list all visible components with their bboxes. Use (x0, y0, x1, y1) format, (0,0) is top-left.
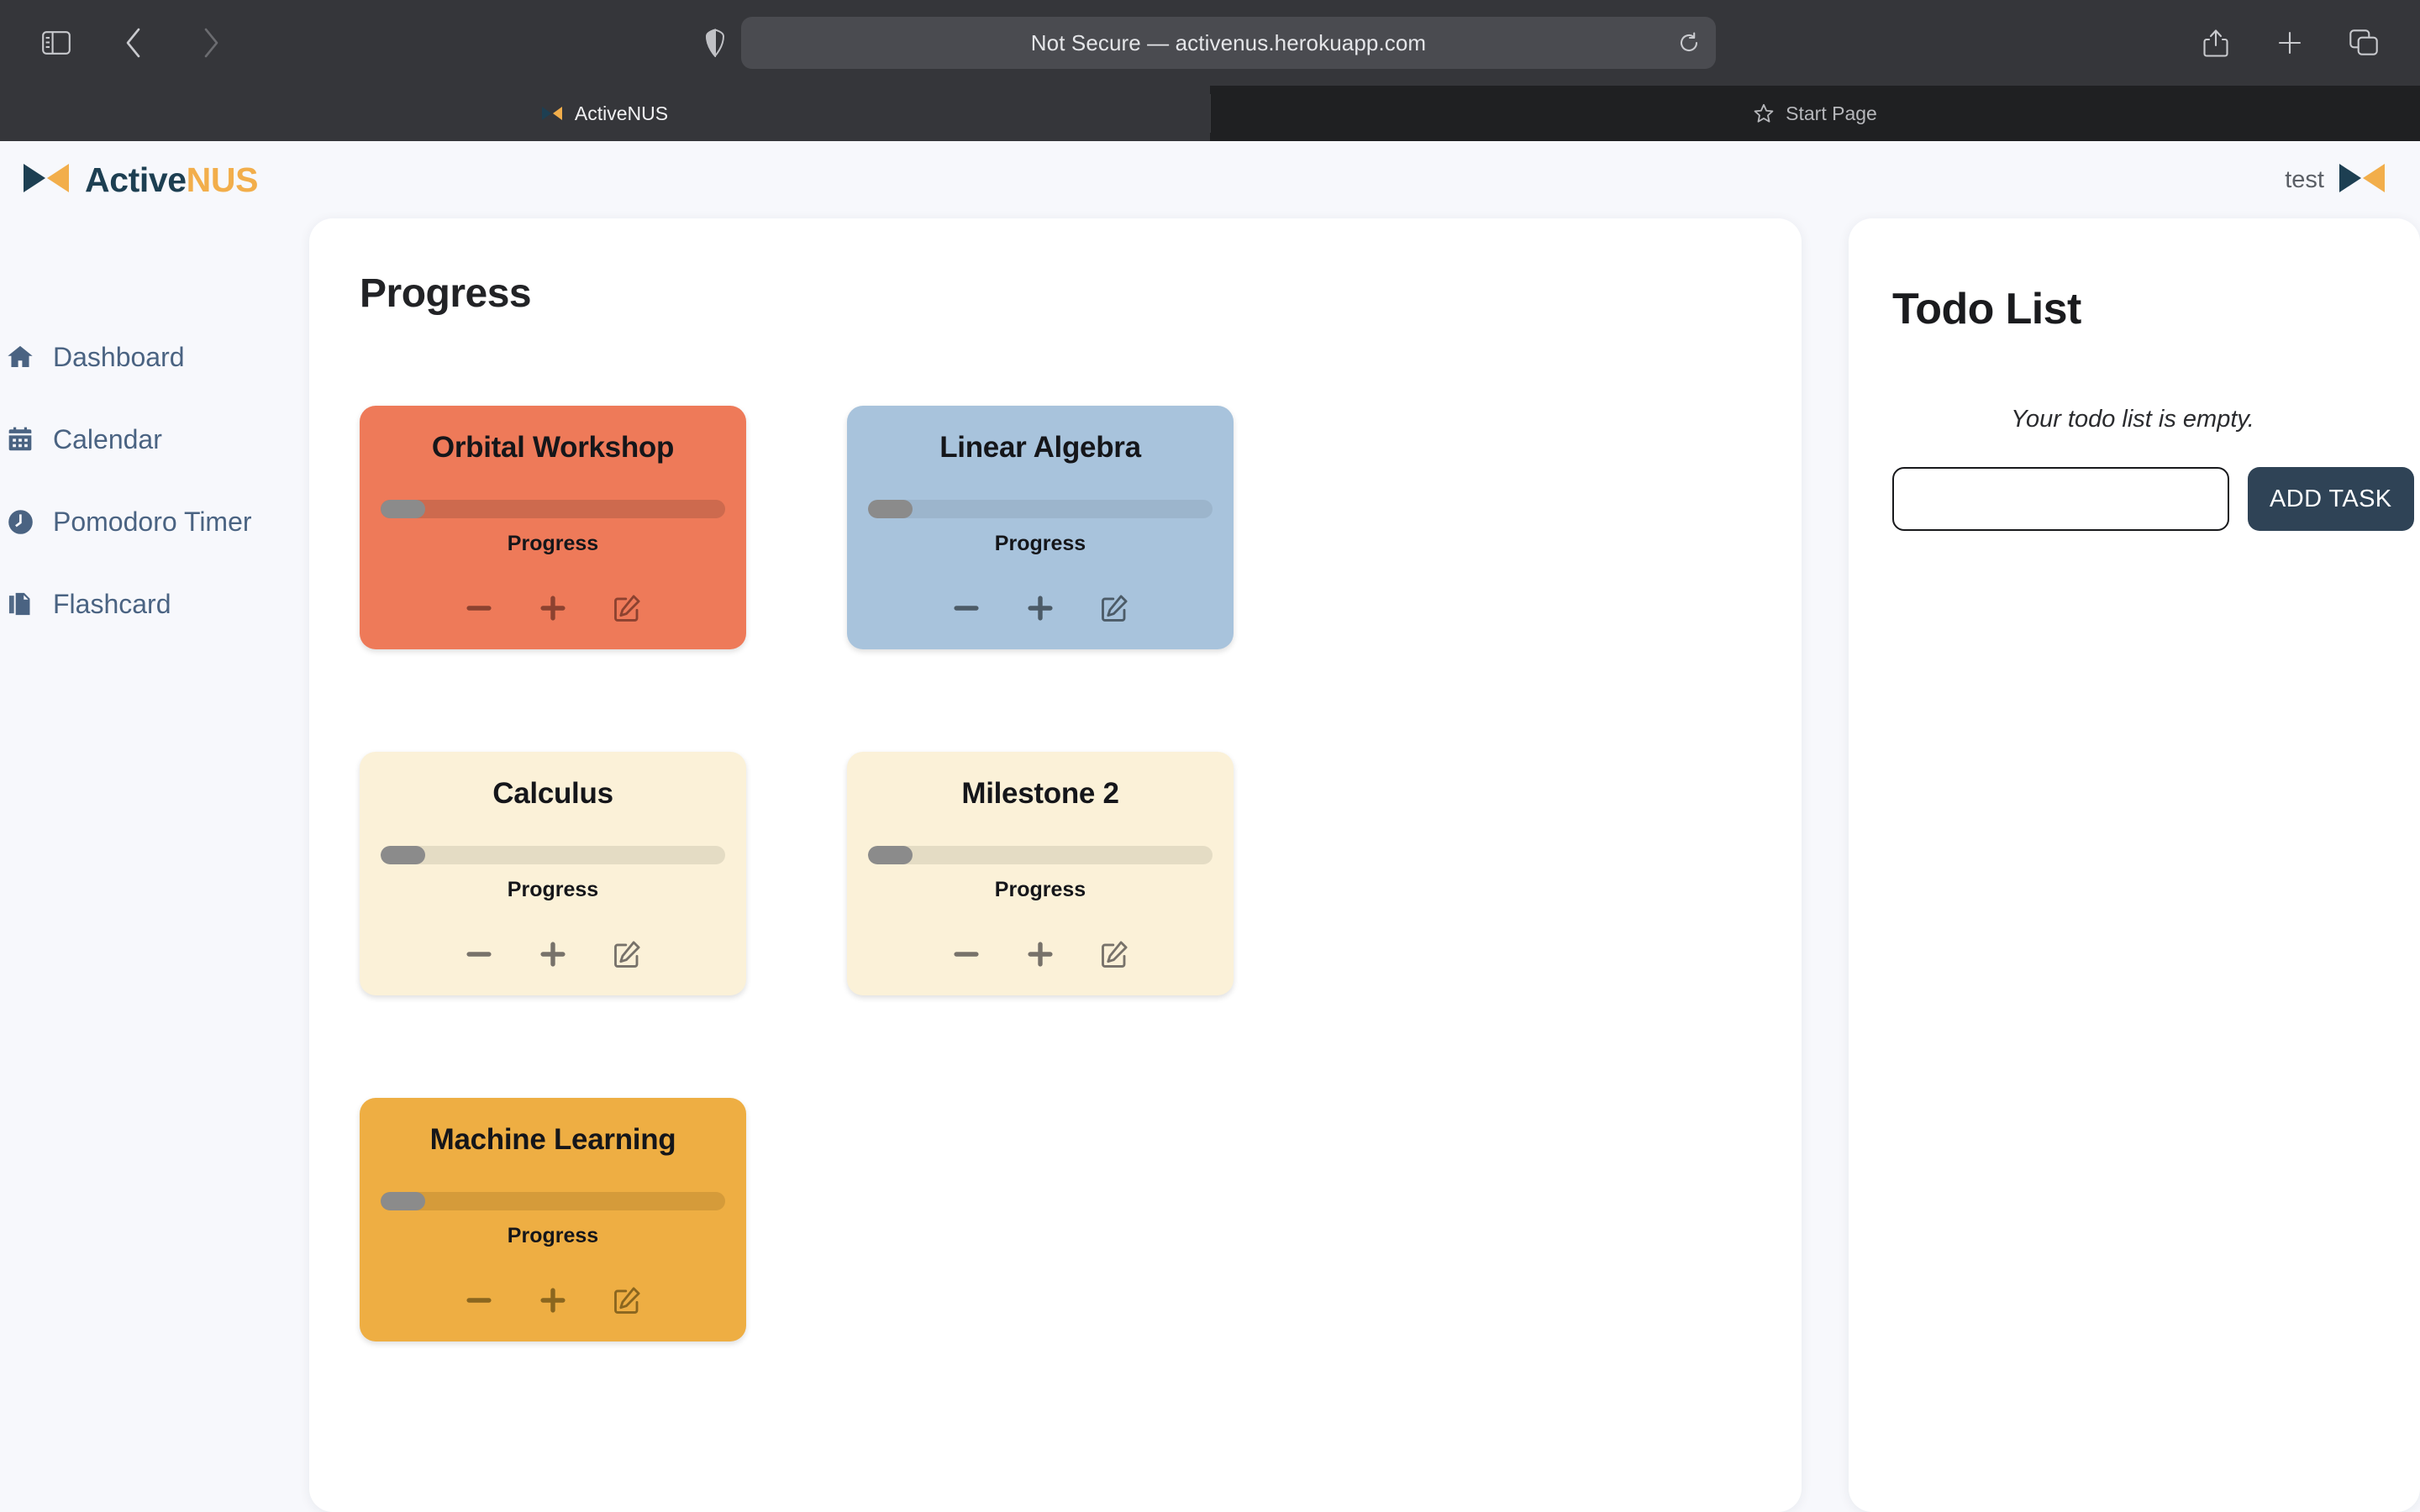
user-bowtie-icon (2338, 162, 2386, 198)
decrement-progress-button[interactable] (947, 935, 986, 974)
sidebar-item-label: Calendar (53, 423, 162, 454)
progress-bar (381, 500, 725, 518)
browser-tab-bar: ActiveNUS Start Page (0, 86, 2420, 141)
todo-empty-message: Your todo list is empty. (2011, 406, 2254, 433)
edit-progress-button[interactable] (608, 935, 646, 974)
toolbar-left-controls (34, 20, 234, 66)
progress-card: Orbital Workshop Progress (360, 406, 746, 649)
increment-progress-button[interactable] (534, 935, 572, 974)
edit-progress-button[interactable] (608, 589, 646, 627)
forward-icon[interactable] (188, 20, 234, 66)
add-task-button[interactable]: ADD TASK (2248, 467, 2414, 531)
home-icon (5, 344, 35, 370)
progress-card: Machine Learning Progress (360, 1098, 746, 1341)
progress-bar (868, 500, 1213, 518)
edit-progress-button[interactable] (1095, 589, 1134, 627)
progress-bar (868, 846, 1213, 864)
todo-add-row: ADD TASK (1892, 467, 2414, 531)
progress-card-subtitle: Progress (507, 532, 599, 555)
browser-toolbar: Not Secure — activenus.herokuapp.com (0, 0, 2420, 86)
todo-list-title: Todo List (1892, 285, 2081, 333)
progress-card-subtitle: Progress (507, 1224, 599, 1247)
progress-card-title: Orbital Workshop (431, 431, 675, 464)
clock-icon (5, 508, 35, 536)
toolbar-right-controls (2193, 20, 2386, 66)
activenus-bowtie-icon (22, 162, 71, 198)
progress-card-actions (947, 935, 1134, 974)
decrement-progress-button[interactable] (460, 1281, 498, 1320)
page-title: Progress (360, 271, 532, 316)
progress-bar-fill (868, 500, 913, 518)
decrement-progress-button[interactable] (460, 589, 498, 627)
progress-card-subtitle: Progress (994, 878, 1086, 901)
increment-progress-button[interactable] (534, 1281, 572, 1320)
reload-icon[interactable] (1677, 31, 1701, 55)
progress-card-title: Linear Algebra (939, 431, 1141, 464)
browser-tab-label: Start Page (1786, 102, 1877, 124)
progress-card-title: Calculus (492, 777, 613, 810)
progress-bar (381, 1192, 725, 1210)
todo-task-input[interactable] (1892, 467, 2229, 531)
browser-tab-activenus[interactable]: ActiveNUS (0, 86, 1210, 141)
progress-card: Calculus Progress (360, 752, 746, 995)
decrement-progress-button[interactable] (947, 589, 986, 627)
progress-bar-fill (381, 846, 426, 864)
sidebar-nav: Dashboard Calendar Pomodoro Timer Flashc… (0, 218, 309, 1512)
sidebar-item-label: Pomodoro Timer (53, 506, 252, 537)
sidebar-item-dashboard[interactable]: Dashboard (0, 316, 309, 398)
progress-card-actions (460, 589, 646, 627)
flashcard-icon (5, 591, 35, 617)
share-icon[interactable] (2193, 20, 2238, 66)
progress-bar-fill (381, 1192, 426, 1210)
progress-bar-fill (868, 846, 913, 864)
activenus-favicon-icon (541, 106, 564, 121)
increment-progress-button[interactable] (534, 589, 572, 627)
browser-tab-start-page[interactable]: Start Page (1210, 86, 2420, 141)
tab-overview-icon[interactable] (2341, 20, 2386, 66)
progress-card-actions (460, 935, 646, 974)
increment-progress-button[interactable] (1021, 589, 1060, 627)
edit-progress-button[interactable] (1095, 935, 1134, 974)
progress-card-title: Milestone 2 (961, 777, 1119, 810)
progress-bar (381, 846, 725, 864)
new-tab-icon[interactable] (2267, 20, 2312, 66)
progress-card-subtitle: Progress (507, 878, 599, 901)
progress-card-subtitle: Progress (994, 532, 1086, 555)
calendar-icon (5, 426, 35, 453)
progress-card-actions (947, 589, 1134, 627)
sidebar-item-flashcard[interactable]: Flashcard (0, 563, 309, 645)
brand-accent: NUS (186, 160, 259, 199)
sidebar-item-calendar[interactable]: Calendar (0, 398, 309, 480)
progress-bar-fill (381, 500, 426, 518)
progress-card-title: Machine Learning (429, 1123, 676, 1156)
progress-card: Linear Algebra Progress (847, 406, 1234, 649)
app-title: ActiveNUS (85, 160, 258, 200)
app-header: ActiveNUS test (0, 141, 2420, 218)
address-bar-group: Not Secure — activenus.herokuapp.com (704, 17, 1716, 69)
todo-panel: Todo List Your todo list is empty. ADD T… (1849, 218, 2420, 1512)
decrement-progress-button[interactable] (460, 935, 498, 974)
user-name-label: test (2285, 165, 2324, 193)
app-logo[interactable]: ActiveNUS (22, 160, 258, 200)
progress-card-actions (460, 1281, 646, 1320)
increment-progress-button[interactable] (1021, 935, 1060, 974)
user-menu[interactable]: test (2285, 162, 2386, 198)
main-content: Progress Orbital Workshop Progress Linear … (309, 218, 2420, 1512)
browser-tab-label: ActiveNUS (574, 102, 669, 124)
brand-primary: Active (85, 160, 187, 199)
progress-card: Milestone 2 Progress (847, 752, 1234, 995)
url-text: Not Secure — activenus.herokuapp.com (1030, 29, 1427, 55)
sidebar-item-pomodoro-timer[interactable]: Pomodoro Timer (0, 480, 309, 563)
progress-panel: Progress Orbital Workshop Progress Linear … (309, 218, 1802, 1512)
sidebar-toggle-icon[interactable] (34, 20, 79, 66)
progress-cards-grid: Orbital Workshop Progress Linear Algebra Pr… (309, 317, 1620, 1341)
app-body: Dashboard Calendar Pomodoro Timer Flashc… (0, 218, 2420, 1512)
back-icon[interactable] (111, 20, 156, 66)
address-bar[interactable]: Not Secure — activenus.herokuapp.com (741, 17, 1716, 69)
star-icon (1753, 102, 1775, 124)
sidebar-item-label: Dashboard (53, 341, 185, 372)
edit-progress-button[interactable] (608, 1281, 646, 1320)
sidebar-item-label: Flashcard (53, 588, 171, 619)
privacy-shield-icon[interactable] (704, 29, 726, 57)
